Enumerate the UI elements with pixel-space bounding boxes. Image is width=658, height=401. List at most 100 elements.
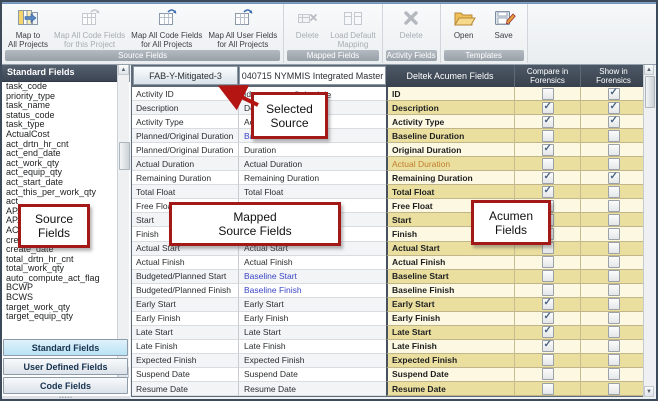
compare-checkbox[interactable] (542, 340, 554, 352)
table-row[interactable]: Remaining DurationRemaining DurationRema… (132, 171, 646, 185)
open-button[interactable]: Open (444, 6, 484, 41)
map-to-all-projects-button[interactable]: Map to All Projects (5, 6, 51, 50)
delete-button[interactable]: Delete (391, 6, 431, 41)
compare-checkbox[interactable] (542, 144, 554, 156)
show-checkbox[interactable] (608, 270, 620, 282)
show-checkbox[interactable] (608, 88, 620, 100)
nav-button-user-defined-fields[interactable]: User Defined Fields (3, 358, 128, 375)
show-checkbox[interactable] (608, 312, 620, 324)
map-all-code-fields-all-projects-icon (155, 7, 179, 30)
show-checkbox[interactable] (608, 200, 620, 212)
load-default-mapping-button[interactable]: Load Default Mapping (327, 6, 378, 50)
table-row[interactable]: Planned/Original DurationDurationOrigina… (132, 143, 646, 157)
compare-checkbox[interactable] (542, 186, 554, 198)
compare-checkbox[interactable] (542, 102, 554, 114)
table-row[interactable]: Early FinishEarly FinishEarly Finish (132, 312, 646, 326)
compare-checkbox[interactable] (542, 284, 554, 296)
table-row[interactable]: Resume DateResume DateResume Date (132, 382, 646, 396)
compare-checkbox[interactable] (542, 326, 554, 338)
show-checkbox[interactable] (608, 214, 620, 226)
show-checkbox[interactable] (608, 242, 620, 254)
nav-pane-splitter[interactable]: ••••• (2, 396, 130, 401)
source-field-cell: Suspend Date (132, 368, 239, 382)
compare-checkbox[interactable] (542, 130, 554, 142)
table-row[interactable]: Budgeted/Planned FinishBaseline FinishBa… (132, 284, 646, 298)
table-row[interactable]: Expected FinishExpected FinishExpected F… (132, 354, 646, 368)
show-checkbox[interactable] (608, 228, 620, 240)
list-item-target-equip-qty[interactable]: target_equip_qty (2, 312, 130, 322)
show-checkbox[interactable] (608, 158, 620, 170)
table-row[interactable]: Budgeted/Planned StartBaseline StartBase… (132, 270, 646, 284)
show-checkbox[interactable] (608, 340, 620, 352)
table-scrollbar[interactable]: ▲ ▼ (643, 64, 654, 397)
compare-checkbox[interactable] (542, 270, 554, 282)
show-checkbox[interactable] (608, 116, 620, 128)
ribbon-group-caption: Source Fields (5, 50, 280, 61)
show-in-forensics-cell (580, 256, 646, 270)
show-in-forensics-cell (580, 115, 646, 129)
map-all-code-fields-for-all-projects-button[interactable]: Map All Code Fields for All Projects (128, 6, 205, 50)
table-row[interactable]: Early StartEarly StartEarly Start (132, 298, 646, 312)
compare-checkbox[interactable] (542, 116, 554, 128)
nav-button-code-fields[interactable]: Code Fields (3, 377, 128, 394)
show-checkbox[interactable] (608, 144, 620, 156)
show-checkbox[interactable] (608, 383, 620, 395)
show-checkbox[interactable] (608, 284, 620, 296)
mapped-field-cell: Actual Finish (239, 256, 386, 270)
table-row[interactable]: Late FinishLate FinishLate Finish (132, 340, 646, 354)
compare-checkbox[interactable] (542, 383, 554, 395)
show-checkbox[interactable] (608, 326, 620, 338)
scrollbar-thumb[interactable] (645, 76, 655, 108)
compare-checkbox[interactable] (542, 368, 554, 380)
source-field-cell: Early Finish (132, 312, 239, 326)
show-checkbox[interactable] (608, 256, 620, 268)
acumen-fields-column-header: Deltek Acumen Fields (386, 65, 514, 87)
delete-mapped-fields-icon (295, 7, 319, 30)
ribbon-button-label: Load Default Mapping (330, 31, 375, 49)
acumen-field-cell: Remaining Duration (386, 171, 514, 185)
compare-checkbox[interactable] (542, 158, 554, 170)
table-row[interactable]: Actual FinishActual FinishActual Finish (132, 256, 646, 270)
acumen-field-cell: Actual Finish (386, 256, 514, 270)
source-field-cell: Actual Finish (132, 256, 239, 270)
scroll-up-icon[interactable]: ▲ (118, 64, 129, 75)
scroll-down-icon[interactable]: ▼ (644, 386, 654, 397)
compare-checkbox[interactable] (542, 312, 554, 324)
mapped-field-cell: Remaining Duration (239, 171, 386, 185)
save-button[interactable]: Save (484, 6, 524, 41)
show-checkbox[interactable] (608, 354, 620, 366)
source-fields-scrollbar[interactable]: ▲ ▼ (117, 64, 129, 378)
ribbon-button-label: Open (454, 31, 474, 40)
scroll-up-icon[interactable]: ▲ (644, 64, 654, 75)
show-checkbox[interactable] (608, 172, 620, 184)
table-row[interactable]: Total FloatTotal FloatTotal Float (132, 185, 646, 199)
compare-checkbox[interactable] (542, 354, 554, 366)
list-item-act-this-per-work-qty[interactable]: act_this_per_work_qty (2, 188, 130, 198)
table-row[interactable]: Planned/Original DurationBaseline Durati… (132, 129, 646, 143)
show-checkbox[interactable] (608, 298, 620, 310)
source-field-cell: Activity Type (132, 115, 239, 129)
show-checkbox[interactable] (608, 102, 620, 114)
acumen-field-cell: Late Finish (386, 340, 514, 354)
map-all-user-fields-all-projects-icon (231, 7, 255, 30)
compare-checkbox[interactable] (542, 172, 554, 184)
delete-button[interactable]: Delete (287, 6, 327, 41)
compare-checkbox[interactable] (542, 88, 554, 100)
compare-checkbox[interactable] (542, 256, 554, 268)
map-all-user-fields-for-all-projects-button[interactable]: Map All User Fields for All Projects (205, 6, 280, 50)
show-checkbox[interactable] (608, 186, 620, 198)
map-all-code-fields-for-this-project-button[interactable]: Map All Code Fields for this Project (51, 6, 128, 50)
show-checkbox[interactable] (608, 130, 620, 142)
compare-in-forensics-cell (514, 312, 580, 326)
table-row[interactable]: Actual DurationActual DurationActual Dur… (132, 157, 646, 171)
table-row[interactable]: Late StartLate StartLate Start (132, 326, 646, 340)
nav-button-standard-fields[interactable]: Standard Fields (3, 339, 128, 356)
compare-in-forensics-cell (514, 298, 580, 312)
show-checkbox[interactable] (608, 368, 620, 380)
source-field-cell: Remaining Duration (132, 171, 239, 185)
table-row[interactable]: Suspend DateSuspend DateSuspend Date (132, 368, 646, 382)
table-row[interactable]: Activity TypeAcumActivity Type (132, 115, 646, 129)
scrollbar-thumb[interactable] (119, 142, 130, 170)
acumen-field-cell: Activity Type (386, 115, 514, 129)
compare-checkbox[interactable] (542, 298, 554, 310)
